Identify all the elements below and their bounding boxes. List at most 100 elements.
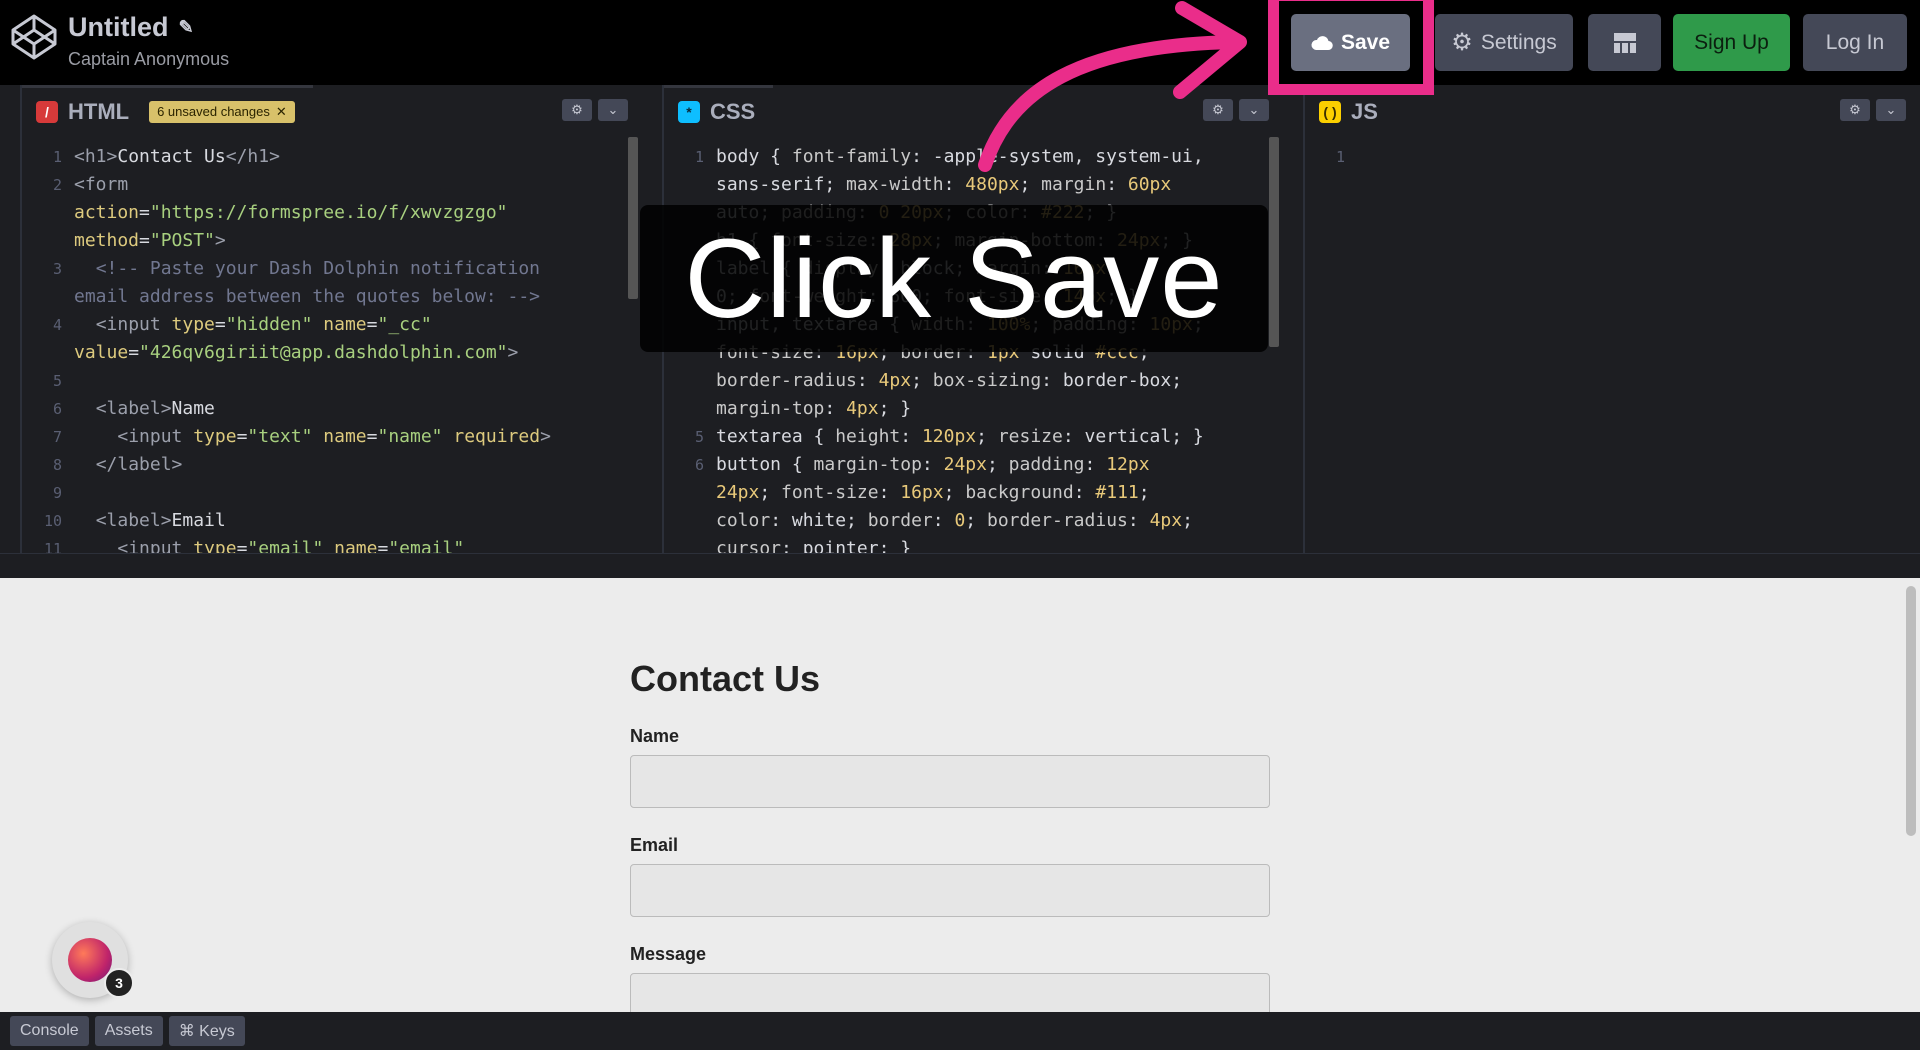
code-token: "name" — [377, 426, 443, 447]
code-token: "hidden" — [225, 314, 313, 335]
code-token: <input — [74, 426, 194, 447]
js-code-editor[interactable]: 1 — [1305, 143, 1902, 553]
line-number — [22, 339, 74, 367]
code-token: max-width — [846, 174, 944, 195]
code-line[interactable]: cursor: pointer; } — [664, 535, 1265, 553]
code-line[interactable]: value="426qv6giriit@app.dashdolphin.com"… — [22, 339, 624, 367]
code-line[interactable]: 4 <input type="hidden" name="_cc" — [22, 311, 624, 339]
html-editor-scrollbar[interactable] — [628, 137, 638, 299]
code-token: 24px — [716, 482, 760, 503]
code-line[interactable]: method="POST"> — [22, 227, 624, 255]
html-settings-gear-icon[interactable]: ⚙ — [562, 99, 592, 121]
code-token: <label> — [74, 398, 172, 419]
html-pane-controls: ⚙ ⌄ — [562, 99, 628, 121]
code-line[interactable]: email address between the quotes below: … — [22, 283, 624, 311]
code-line[interactable]: 9 — [22, 479, 624, 507]
css-pane-tab[interactable]: * CSS — [664, 85, 774, 135]
code-line[interactable]: 6 button { margin-top: 24px; padding: 12p… — [664, 451, 1265, 479]
code-line[interactable]: margin-top: 4px; } — [664, 395, 1265, 423]
code-line[interactable]: 24px; font-size: 16px; background: #111; — [664, 479, 1265, 507]
code-token: ; — [911, 370, 933, 391]
code-line[interactable]: 6 <label>Name — [22, 395, 624, 423]
console-button[interactable]: Console — [10, 1016, 89, 1046]
dismiss-icon[interactable]: ✕ — [276, 104, 287, 120]
code-token: "email" — [247, 538, 324, 553]
css-collapse-chevron-icon[interactable]: ⌄ — [1239, 99, 1269, 121]
code-token: ; — [759, 482, 782, 503]
sign-up-button[interactable]: Sign Up — [1673, 14, 1790, 71]
html-pane-title: HTML — [68, 98, 130, 124]
line-number — [664, 395, 716, 423]
code-line[interactable]: 1 body { font-family: -apple-system, syst… — [664, 143, 1265, 171]
name-field[interactable] — [630, 755, 1270, 808]
keys-button[interactable]: ⌘ Keys — [168, 1016, 245, 1046]
code-line[interactable]: 5 — [22, 367, 624, 395]
code-text: color: white; border: 0; border-radius: … — [716, 507, 1193, 535]
code-text: <label>Name — [74, 395, 215, 423]
css-editor-scrollbar[interactable] — [1269, 137, 1279, 347]
code-text: value="426qv6giriit@app.dashdolphin.com"… — [74, 339, 518, 367]
code-line[interactable]: 8 </label> — [22, 451, 624, 479]
line-number — [664, 535, 716, 553]
html-collapse-chevron-icon[interactable]: ⌄ — [598, 99, 628, 121]
code-token: type — [193, 426, 237, 447]
change-view-button[interactable] — [1588, 14, 1661, 71]
code-line[interactable]: color: white; border: 0; border-radius: … — [664, 507, 1265, 535]
code-line[interactable]: 10 <label>Email — [22, 507, 624, 535]
code-line[interactable]: 11 <input type="email" name="email" — [22, 535, 624, 553]
js-settings-gear-icon[interactable]: ⚙ — [1840, 99, 1870, 121]
settings-button[interactable]: ⚙ Settings — [1435, 14, 1573, 71]
code-token: email address between the quotes below: … — [74, 286, 540, 307]
code-token: height — [835, 426, 901, 447]
line-number: 5 — [694, 428, 704, 446]
code-line[interactable]: 1 — [1305, 143, 1902, 171]
codepen-logo-icon[interactable] — [10, 13, 58, 61]
message-field[interactable] — [630, 973, 1270, 1012]
code-line[interactable]: 5 textarea { height: 120px; resize: verti… — [664, 423, 1265, 451]
code-text: action="https://formspree.io/f/xwvzgzgo" — [74, 199, 508, 227]
top-bar: Untitled ✎ Captain Anonymous Save ⚙ Sett… — [0, 0, 1920, 85]
line-number: 7 — [52, 428, 62, 446]
code-token: background — [965, 482, 1074, 503]
code-line[interactable]: border-radius: 4px; box-sizing: border-b… — [664, 367, 1265, 395]
js-collapse-chevron-icon[interactable]: ⌄ — [1876, 99, 1906, 121]
html-code-editor[interactable]: 1 <h1>Contact Us</h1> 2 <form action="https:… — [22, 143, 624, 553]
code-token: = — [366, 426, 378, 447]
code-token: border — [867, 510, 933, 531]
pen-title[interactable]: Untitled — [68, 12, 169, 43]
code-token: : — [921, 454, 944, 475]
code-line[interactable]: 1 <h1>Contact Us</h1> — [22, 143, 624, 171]
code-token: : pointer; } — [781, 538, 912, 553]
code-token: ; — [943, 482, 966, 503]
code-text: sans-serif; max-width: 480px; margin: 60… — [716, 171, 1171, 199]
code-token: method — [74, 230, 140, 251]
css-settings-gear-icon[interactable]: ⚙ — [1203, 99, 1233, 121]
code-line[interactable]: 3 <!-- Paste your Dash Dolphin notificat… — [22, 255, 624, 283]
unsaved-changes-badge[interactable]: 6 unsaved changes ✕ — [149, 100, 295, 123]
code-token: = — [214, 314, 226, 335]
code-line[interactable]: 7 <input type="text" name="name" require… — [22, 423, 624, 451]
code-token: : white; — [770, 510, 868, 531]
html-pane-tab[interactable]: / HTML 6 unsaved changes ✕ — [22, 85, 313, 135]
preview-scrollbar[interactable] — [1906, 586, 1916, 836]
code-line[interactable]: sans-serif; max-width: 480px; margin: 60… — [664, 171, 1265, 199]
code-token: 12px — [1106, 454, 1150, 475]
code-text: <form — [74, 171, 128, 199]
email-field[interactable] — [630, 864, 1270, 917]
code-token: font-size — [781, 482, 879, 503]
log-in-button[interactable]: Log In — [1803, 14, 1907, 71]
code-token: margin-top — [813, 454, 922, 475]
line-number: 9 — [52, 484, 62, 502]
code-token: : — [1084, 454, 1107, 475]
edit-title-icon[interactable]: ✎ — [179, 17, 194, 38]
code-text: <input type="hidden" name="_cc" — [74, 311, 432, 339]
assets-button[interactable]: Assets — [94, 1016, 163, 1046]
code-line[interactable]: action="https://formspree.io/f/xwvzgzgo" — [22, 199, 624, 227]
code-token: : — [878, 482, 901, 503]
preview-resize-handle[interactable] — [0, 553, 1920, 578]
code-token: <label> — [74, 510, 172, 531]
code-token: "POST" — [149, 230, 215, 251]
code-line[interactable]: 2 <form — [22, 171, 624, 199]
